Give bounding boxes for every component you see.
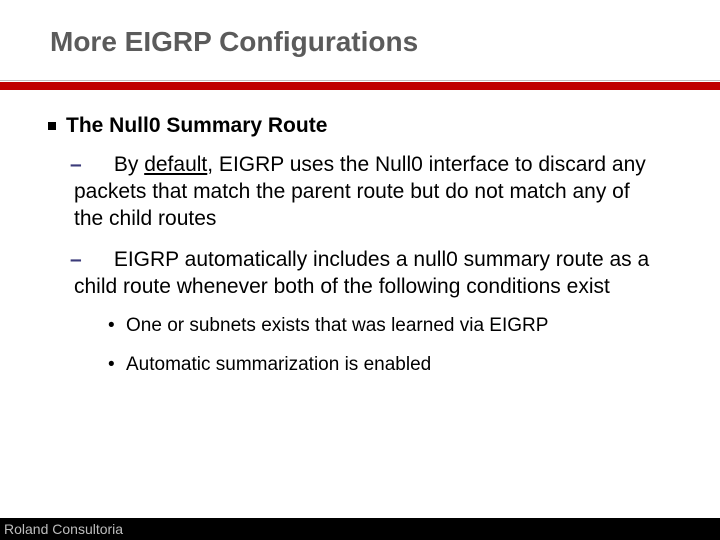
dot-point-2: Automatic summarization is enabled — [108, 353, 660, 378]
dot-point-1: One or subnets exists that was learned v… — [108, 314, 660, 339]
slide: More EIGRP Configurations The Null0 Summ… — [0, 0, 720, 540]
page-title: More EIGRP Configurations — [50, 26, 418, 58]
section-heading-text: The Null0 Summary Route — [66, 114, 327, 137]
dash-bullet-icon: – — [70, 152, 82, 179]
footer-text: Roland Consultoria — [4, 521, 123, 537]
body-content: The Null0 Summary Route – By default, EI… — [48, 114, 660, 392]
sub-point-1: – By default, EIGRP uses the Null0 inter… — [74, 152, 660, 233]
sub-point-2: – EIGRP automatically includes a null0 s… — [74, 247, 660, 301]
sub1-underlined: default — [144, 153, 207, 176]
section-heading: The Null0 Summary Route — [48, 114, 660, 138]
sub2-text: EIGRP automatically includes a null0 sum… — [74, 248, 649, 298]
divider-red — [0, 82, 720, 90]
square-bullet-icon — [48, 122, 56, 130]
dash-bullet-icon: – — [70, 247, 82, 274]
sub1-lead: By — [114, 153, 139, 176]
divider-top — [0, 80, 720, 81]
